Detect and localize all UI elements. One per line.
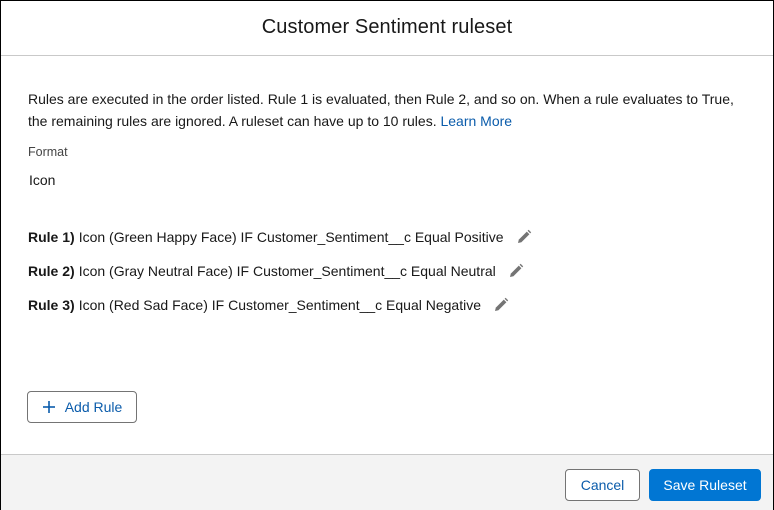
rule-3: Rule 3) Icon (Red Sad Face) IF Customer_… bbox=[28, 297, 509, 313]
rule-text: Icon (Red Sad Face) IF Customer_Sentimen… bbox=[78, 297, 481, 313]
cancel-button[interactable]: Cancel bbox=[565, 469, 640, 501]
intro-text: Rules are executed in the order listed. … bbox=[28, 91, 734, 129]
rule-text: Icon (Gray Neutral Face) IF Customer_Sen… bbox=[78, 263, 496, 279]
save-ruleset-button[interactable]: Save Ruleset bbox=[649, 469, 761, 501]
rule-number: Rule 3) bbox=[28, 297, 75, 313]
pencil-icon[interactable] bbox=[516, 229, 532, 245]
add-rule-button[interactable]: Add Rule bbox=[27, 391, 137, 423]
modal-header: Customer Sentiment ruleset bbox=[1, 1, 773, 56]
intro-paragraph: Rules are executed in the order listed. … bbox=[28, 88, 748, 132]
rule-2: Rule 2) Icon (Gray Neutral Face) IF Cust… bbox=[28, 263, 524, 279]
rule-text: Icon (Green Happy Face) IF Customer_Sent… bbox=[78, 229, 504, 245]
modal-footer: Cancel Save Ruleset bbox=[1, 454, 773, 510]
plus-icon bbox=[42, 401, 55, 413]
rule-1: Rule 1) Icon (Green Happy Face) IF Custo… bbox=[28, 229, 532, 245]
ruleset-modal: Customer Sentiment ruleset Rules are exe… bbox=[0, 0, 774, 510]
pencil-icon[interactable] bbox=[508, 263, 524, 279]
pencil-icon[interactable] bbox=[493, 297, 509, 313]
format-label: Format bbox=[28, 145, 68, 159]
modal-title: Customer Sentiment ruleset bbox=[261, 15, 513, 38]
rule-number: Rule 2) bbox=[28, 263, 75, 279]
format-value: Icon bbox=[29, 172, 56, 188]
add-rule-label: Add Rule bbox=[64, 399, 123, 415]
rule-number: Rule 1) bbox=[28, 229, 75, 245]
modal-body: Rules are executed in the order listed. … bbox=[1, 56, 773, 454]
learn-more-link[interactable]: Learn More bbox=[440, 113, 512, 129]
